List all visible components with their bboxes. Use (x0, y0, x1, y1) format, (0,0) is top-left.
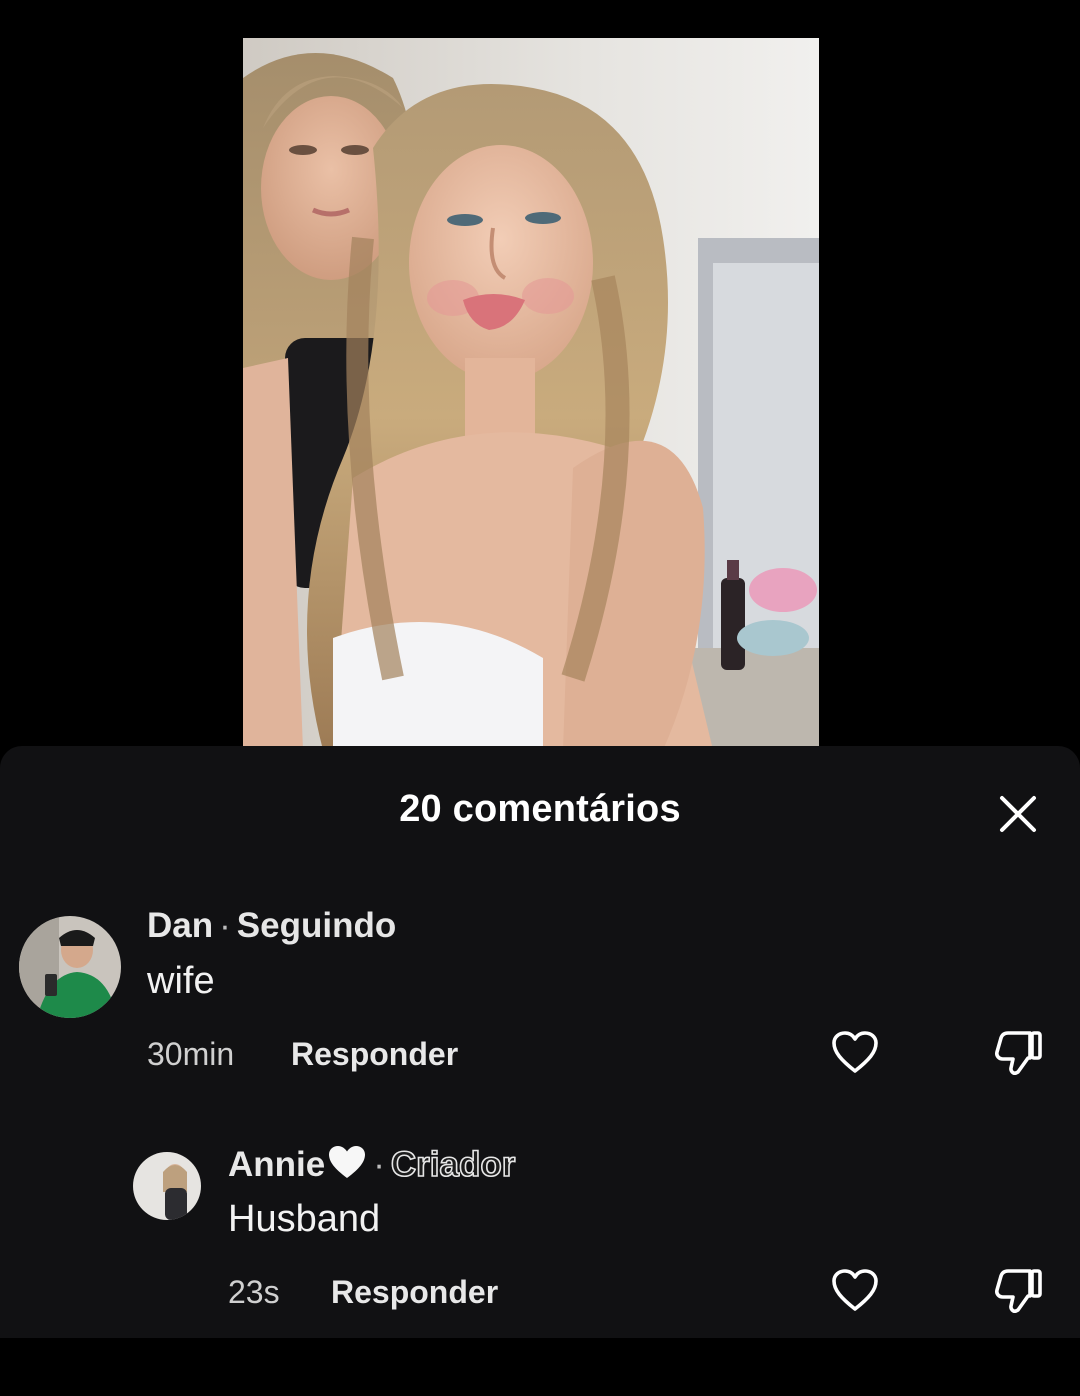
white-heart-icon (327, 1144, 367, 1189)
comment-time: 23s (228, 1274, 280, 1310)
comment-text: Husband (228, 1198, 381, 1240)
reply-button[interactable]: Responder (291, 1036, 458, 1073)
dislike-button[interactable] (993, 1264, 1045, 1316)
comment-time: 30min (147, 1036, 235, 1072)
comments-count-title: 20 comentários (399, 788, 681, 830)
like-button[interactable] (829, 1264, 881, 1316)
comment-author[interactable]: Annie (228, 1145, 325, 1184)
avatar[interactable] (19, 916, 121, 1018)
comment-text: wife (147, 960, 215, 1002)
creator-tag: Criador (390, 1144, 516, 1185)
heart-outline-icon (832, 1269, 878, 1311)
comment-header: Dan · Seguindo (147, 906, 396, 946)
dislike-button[interactable] (993, 1026, 1045, 1078)
reply-button[interactable]: Responder (331, 1274, 498, 1311)
meta-separator: · (373, 1145, 385, 1184)
thumbs-down-icon (995, 1269, 1042, 1313)
avatar-image (133, 1152, 201, 1220)
comment-header: Annie · Criador (228, 1144, 516, 1189)
heart-outline-icon (832, 1031, 878, 1073)
following-tag: Seguindo (236, 906, 397, 945)
video-preview[interactable] (243, 38, 819, 750)
thumbs-down-icon (995, 1031, 1042, 1075)
like-button[interactable] (829, 1026, 881, 1078)
avatar-image (19, 916, 121, 1018)
avatar[interactable] (133, 1152, 201, 1220)
meta-separator: · (219, 906, 231, 945)
close-icon (1000, 796, 1036, 832)
comment-author[interactable]: Dan (147, 906, 213, 945)
close-button[interactable] (994, 790, 1042, 838)
video-thumbnail-image (243, 38, 819, 750)
comments-sheet: 20 comentários Dan · Seguindo wife 30min R… (0, 746, 1080, 1338)
